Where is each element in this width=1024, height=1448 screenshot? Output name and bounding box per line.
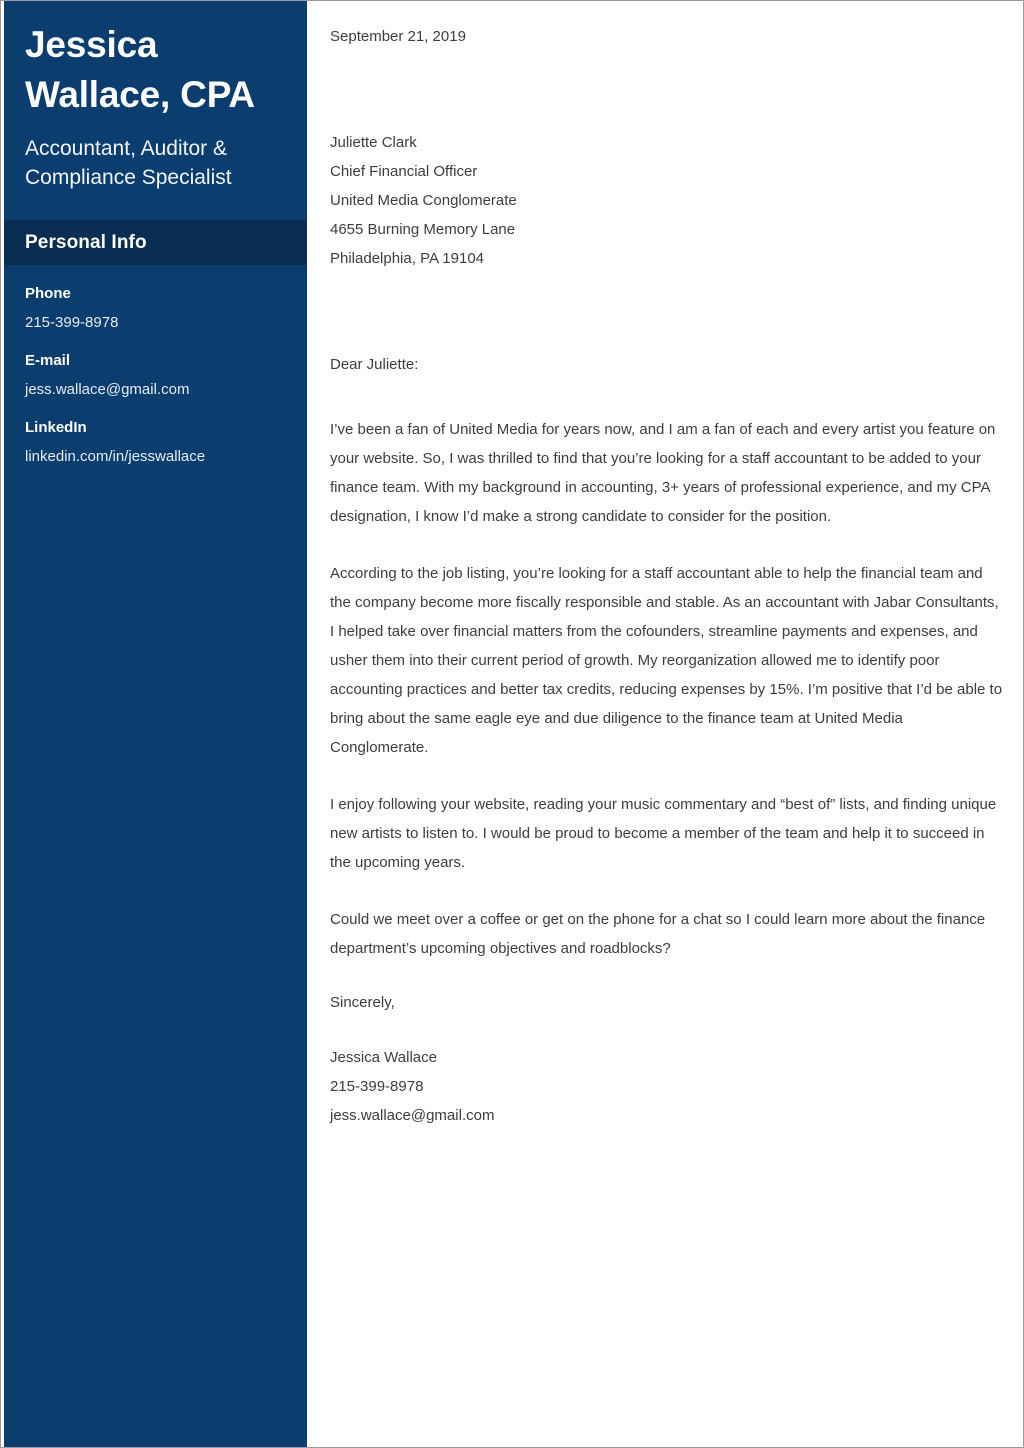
recipient-company: United Media Conglomerate <box>330 192 517 209</box>
recipient-street: 4655 Burning Memory Lane <box>330 221 516 238</box>
body-paragraph-2: According to the job listing, you’re loo… <box>330 565 1003 756</box>
candidate-title: Accountant, Auditor & Compliance Special… <box>25 137 232 189</box>
personal-info-heading: Personal Info <box>25 231 147 253</box>
sidebar: Jessica Wallace, CPA Accountant, Auditor… <box>4 1 307 1447</box>
contact-label-linkedin: LinkedIn <box>25 419 87 436</box>
contact-item-linkedin: LinkedIn linkedin.com/in/jesswallace <box>25 417 286 468</box>
candidate-name: Jessica Wallace, CPA <box>25 24 255 115</box>
sidebar-header: Jessica Wallace, CPA Accountant, Auditor… <box>4 1 307 192</box>
recipient-city-state-zip: Philadelphia, PA 19104 <box>330 250 485 267</box>
letter-date: September 21, 2019 <box>330 28 466 45</box>
body-paragraph-3: I enjoy following your website, reading … <box>330 796 997 871</box>
contact-value-phone[interactable]: 215-399-8978 <box>25 311 286 334</box>
salutation: Dear Juliette: <box>330 356 419 373</box>
closing-salutation: Sincerely, <box>330 994 395 1011</box>
contact-label-email: E-mail <box>25 352 71 369</box>
signature-email[interactable]: jess.wallace@gmail.com <box>330 1101 1005 1130</box>
contact-value-email[interactable]: jess.wallace@gmail.com <box>25 378 286 401</box>
signature-name: Jessica Wallace <box>330 1049 437 1066</box>
body-paragraph-1: I’ve been a fan of United Media for year… <box>330 421 996 525</box>
personal-info-section-header: Personal Info <box>4 220 307 265</box>
recipient-name: Juliette Clark <box>330 134 417 151</box>
contact-label-phone: Phone <box>25 285 71 302</box>
signature-phone[interactable]: 215-399-8978 <box>330 1072 1005 1101</box>
recipient-address-block: Juliette Clark Chief Financial Officer U… <box>330 128 1005 273</box>
letter-body: September 21, 2019 Juliette Clark Chief … <box>330 1 1005 1130</box>
cover-letter-page: Jessica Wallace, CPA Accountant, Auditor… <box>0 0 1024 1448</box>
body-paragraph-4: Could we meet over a coffee or get on th… <box>330 911 986 957</box>
contact-list: Phone 215-399-8978 E-mail jess.wallace@g… <box>4 265 307 468</box>
recipient-job-title: Chief Financial Officer <box>330 163 478 180</box>
contact-value-linkedin[interactable]: linkedin.com/in/jesswallace <box>25 445 286 468</box>
contact-item-email: E-mail jess.wallace@gmail.com <box>25 350 286 401</box>
contact-item-phone: Phone 215-399-8978 <box>25 283 286 334</box>
signature-block: Jessica Wallace 215-399-8978 jess.wallac… <box>330 1043 1005 1130</box>
